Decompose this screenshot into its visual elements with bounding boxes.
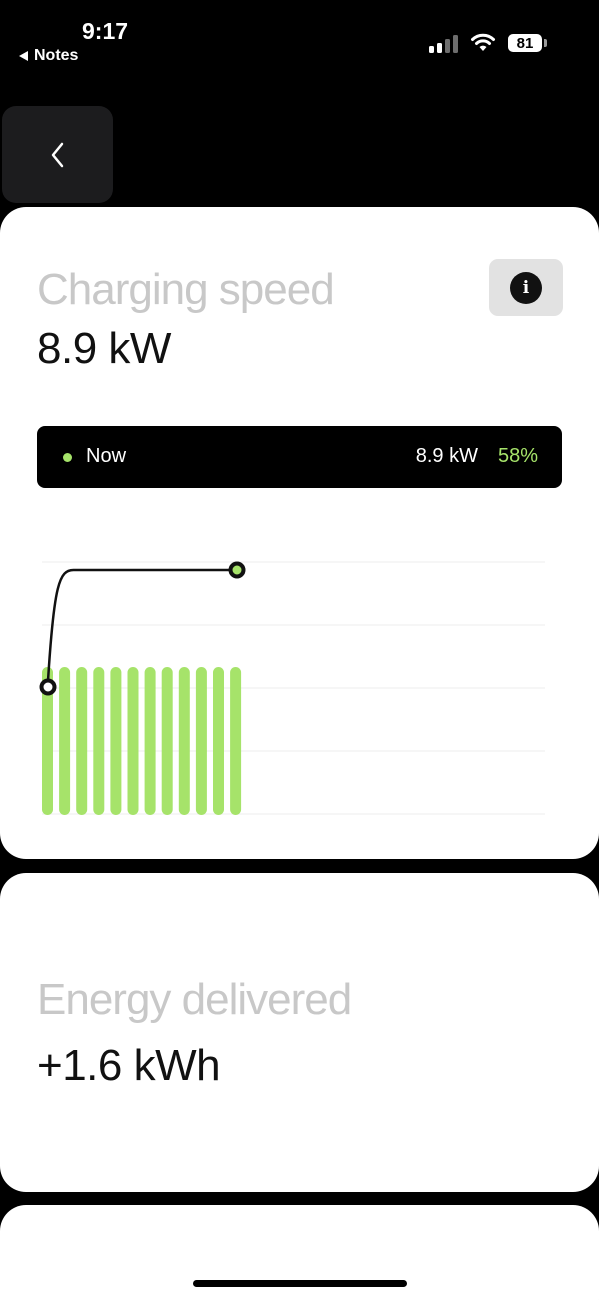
energy-delivered-value: +1.6 kWh: [37, 1041, 221, 1090]
chart-bar: [161, 667, 173, 815]
chart-bar: [195, 667, 207, 815]
back-button[interactable]: [2, 106, 113, 203]
chart-bar: [110, 667, 122, 815]
energy-delivered-card: Energy delivered +1.6 kWh: [0, 873, 599, 1192]
chart-bar: [93, 667, 105, 815]
now-label: Now: [86, 445, 127, 467]
chart-bar: [213, 667, 224, 815]
charging-speed-value: 8.9 kW: [37, 324, 171, 373]
chart-bar: [59, 667, 71, 815]
charging-speed-chart: [39, 561, 545, 815]
chevron-left-icon: [51, 142, 63, 167]
back-app-label: Notes: [34, 47, 79, 64]
chart-bar: [127, 667, 139, 815]
status-time: 9:17: [82, 18, 129, 44]
chart-bar: [178, 667, 190, 815]
info-button[interactable]: i: [489, 259, 563, 316]
chart-start-point: [39, 678, 57, 696]
screen: 9:17 Notes 81 Charging speed 8.9 kW i No…: [0, 0, 599, 1300]
wifi-icon: [471, 33, 495, 51]
chart-bar: [144, 667, 156, 815]
battery-nub: [544, 39, 547, 47]
now-indicator-dot: [63, 453, 72, 462]
chart-bar: [230, 667, 242, 815]
energy-delivered-title: Energy delivered: [37, 975, 352, 1024]
back-to-app-link[interactable]: Notes: [19, 47, 78, 65]
now-status-bar: Now 8.9 kW 58%: [37, 426, 562, 488]
chart-bar: [76, 667, 88, 815]
home-indicator[interactable]: [193, 1280, 407, 1287]
now-percent: 58%: [497, 445, 538, 467]
now-power: 8.9 kW: [415, 445, 478, 467]
back-triangle-icon: [19, 51, 28, 61]
battery-icon: 81: [508, 34, 542, 52]
info-icon: i: [510, 271, 542, 304]
signal-icon: [429, 33, 461, 53]
chart-current-point: [228, 561, 246, 579]
charging-speed-title: Charging speed: [37, 265, 335, 314]
charging-speed-card: Charging speed 8.9 kW i Now 8.9 kW 58%: [0, 207, 599, 859]
